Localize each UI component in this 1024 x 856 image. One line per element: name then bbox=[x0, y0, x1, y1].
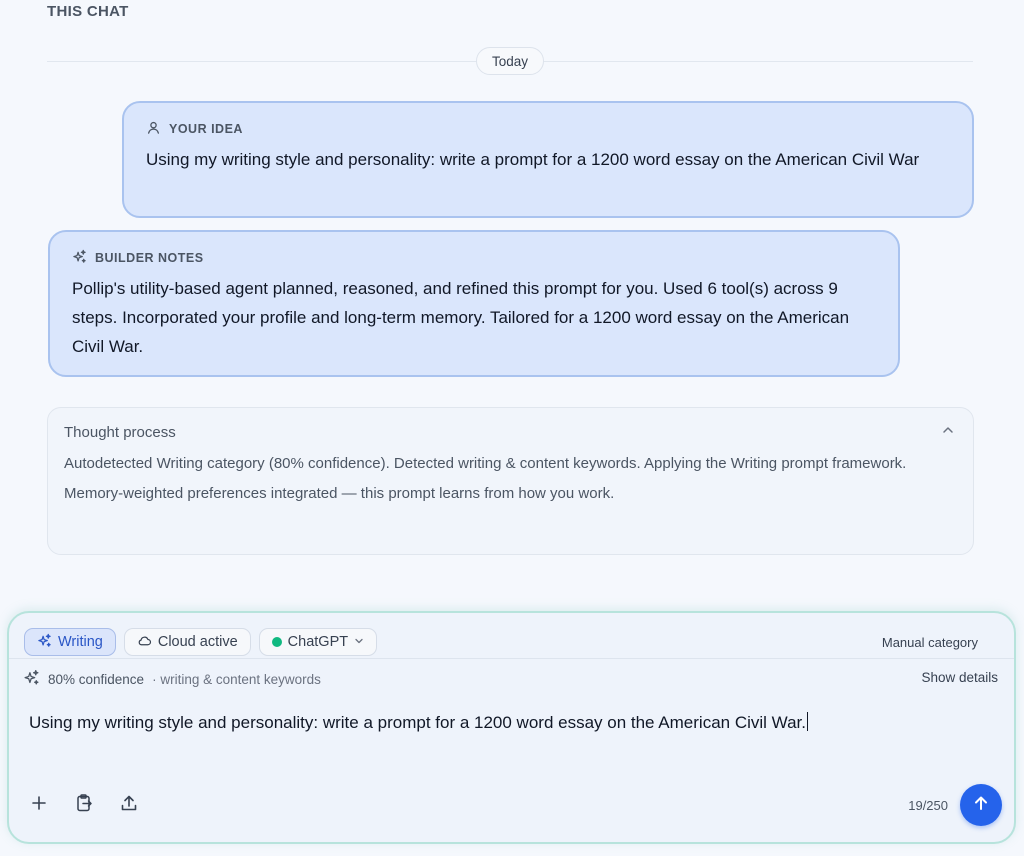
user-idea-bubble: YOUR IDEA Using my writing style and per… bbox=[122, 101, 974, 218]
model-chip-label: ChatGPT bbox=[287, 634, 349, 650]
writing-category-chip[interactable]: Writing bbox=[24, 628, 116, 656]
character-counter: 19/250 bbox=[908, 798, 948, 813]
chevron-down-icon bbox=[354, 634, 364, 650]
sparkle-icon bbox=[72, 249, 87, 267]
idea-text: Using my writing style and personality: … bbox=[146, 150, 920, 169]
thought-process-panel: Thought process Autodetected Writing cat… bbox=[47, 407, 974, 555]
idea-label: YOUR IDEA bbox=[169, 122, 243, 136]
date-pill: Today bbox=[476, 47, 544, 75]
cloud-active-chip[interactable]: Cloud active bbox=[123, 628, 251, 656]
clipboard-icon bbox=[74, 793, 94, 818]
paste-button[interactable] bbox=[72, 793, 96, 817]
sparkle-icon bbox=[23, 669, 40, 689]
section-title: THIS CHAT bbox=[47, 3, 129, 20]
show-details-button[interactable]: Show details bbox=[921, 670, 998, 685]
thought-line-1: Autodetected Writing category (80% confi… bbox=[64, 455, 907, 472]
date-divider: Today bbox=[47, 47, 973, 75]
confidence-row: 80% confidence · writing & content keywo… bbox=[23, 669, 321, 689]
idea-label-row: YOUR IDEA bbox=[146, 120, 950, 138]
user-icon bbox=[146, 120, 161, 138]
cloud-chip-label: Cloud active bbox=[157, 634, 238, 650]
thought-line-2: Memory-weighted preferences integrated —… bbox=[64, 485, 615, 502]
upload-icon bbox=[119, 793, 139, 818]
chevron-up-icon[interactable] bbox=[941, 423, 957, 441]
cloud-icon bbox=[137, 633, 152, 652]
plus-icon bbox=[29, 793, 49, 818]
add-button[interactable] bbox=[27, 793, 51, 817]
notes-label-row: BUILDER NOTES bbox=[72, 249, 876, 267]
status-dot bbox=[271, 637, 282, 647]
composer-divider bbox=[9, 658, 1014, 659]
model-select-chip[interactable]: ChatGPT bbox=[258, 628, 378, 656]
text-caret bbox=[806, 712, 809, 731]
confidence-detail: · writing & content keywords bbox=[152, 671, 321, 687]
thought-process-header[interactable]: Thought process bbox=[64, 423, 957, 441]
notes-label: BUILDER NOTES bbox=[95, 251, 204, 265]
notes-text: Pollip's utility-based agent planned, re… bbox=[72, 279, 850, 356]
chat-page: THIS CHAT Today YOUR IDEA Using my writi… bbox=[0, 0, 1024, 856]
chip-row: Writing Cloud active ChatGPT bbox=[24, 628, 378, 656]
prompt-input-value: Using my writing style and personality: … bbox=[29, 713, 806, 732]
writing-chip-label: Writing bbox=[58, 634, 103, 650]
confidence-value: 80% confidence bbox=[48, 671, 145, 687]
upload-button[interactable] bbox=[117, 793, 141, 817]
manual-category-link[interactable]: Manual category bbox=[882, 635, 978, 650]
builder-notes-bubble: BUILDER NOTES Pollip's utility-based age… bbox=[48, 230, 900, 377]
arrow-up-icon bbox=[972, 794, 990, 817]
prompt-input[interactable]: Using my writing style and personality: … bbox=[29, 710, 989, 736]
composer: Writing Cloud active ChatGPT Manual cate… bbox=[7, 611, 1016, 844]
send-button[interactable] bbox=[960, 784, 1002, 826]
sparkle-icon bbox=[37, 633, 52, 652]
thought-process-title: Thought process bbox=[64, 423, 176, 441]
